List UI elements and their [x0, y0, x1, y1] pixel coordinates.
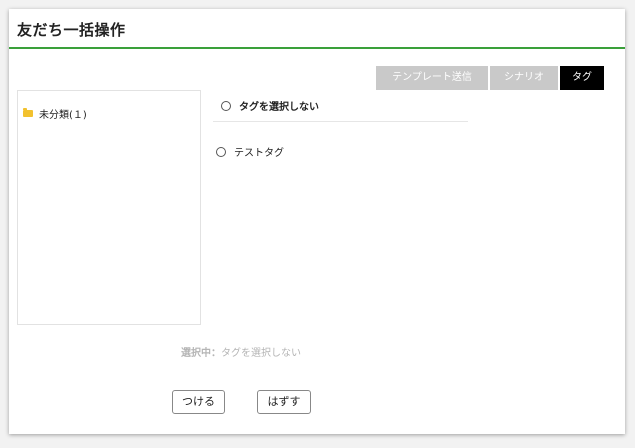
tag-option-label: テストタグ [234, 148, 284, 159]
dialog-title: 友だち一括操作 [17, 21, 126, 39]
attach-button[interactable]: つける [172, 390, 225, 414]
operation-tabs: テンプレート送信 シナリオ タグ [376, 66, 604, 90]
tag-option-list: タグを選択しない テストタグ [213, 90, 468, 159]
tab-tag[interactable]: タグ [560, 66, 604, 90]
tab-template-send[interactable]: テンプレート送信 [376, 66, 488, 90]
radio-button[interactable] [221, 100, 231, 111]
tag-option-test-tag[interactable]: テストタグ [213, 144, 468, 159]
folder-icon [23, 108, 33, 117]
folder-label: 未分類(１) [39, 110, 87, 121]
tag-option-none[interactable]: タグを選択しない [213, 90, 468, 122]
bulk-friend-operation-dialog: 友だち一括操作 テンプレート送信 シナリオ タグ 未分類(１) タグを選択しない… [9, 9, 625, 434]
title-divider [9, 47, 625, 49]
selection-status-label: 選択中： [181, 348, 221, 359]
folder-item-uncategorized[interactable]: 未分類(１) [23, 106, 87, 121]
selection-status-value: タグを選択しない [221, 348, 301, 359]
tab-scenario[interactable]: シナリオ [490, 66, 558, 90]
tag-folder-panel: 未分類(１) [17, 90, 201, 325]
selection-status: 選択中：タグを選択しない [181, 344, 301, 359]
detach-button[interactable]: はずす [257, 390, 311, 414]
radio-button[interactable] [216, 146, 226, 157]
tag-option-none-label: タグを選択しない [239, 102, 319, 113]
